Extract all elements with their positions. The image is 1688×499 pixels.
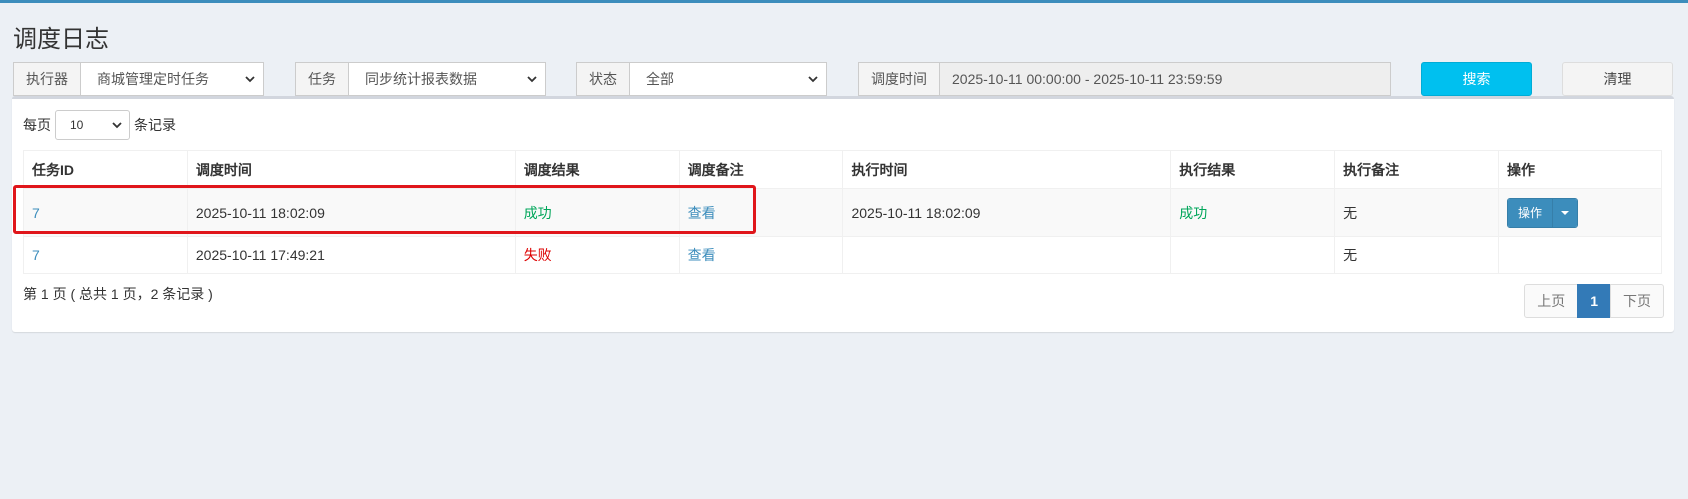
trigger-result-badge: 失败 xyxy=(523,247,552,263)
clear-button[interactable]: 清理 xyxy=(1562,62,1673,96)
handle-time-cell: 2025-10-11 18:02:09 xyxy=(842,188,1172,237)
chevron-down-icon xyxy=(245,76,255,83)
page-title: 调度日志 xyxy=(13,26,109,53)
column-header-handle-msg[interactable]: 执行备注 xyxy=(1334,150,1500,189)
page-size-prefix: 每页 xyxy=(23,117,51,133)
table-header-row: 任务ID 调度时间 调度结果 调度备注 执行时间 执行结果 执行备注 操作 xyxy=(23,150,1662,189)
trigger-time-cell: 2025-10-11 18:02:09 xyxy=(186,188,516,237)
status-select-value: 全部 xyxy=(646,71,674,87)
caret-down-icon xyxy=(1561,210,1570,215)
column-header-trigger-msg[interactable]: 调度备注 xyxy=(678,150,844,189)
executor-select-value: 商城管理定时任务 xyxy=(97,71,209,87)
task-select[interactable]: 同步统计报表数据 xyxy=(349,63,545,95)
task-id-link[interactable]: 7 xyxy=(32,205,40,221)
column-header-trigger-result[interactable]: 调度结果 xyxy=(514,150,680,189)
action-dropdown-toggle[interactable] xyxy=(1553,198,1578,227)
filter-bar: 执行器 商城管理定时任务 任务 同步统计报表数据 状态 全部 调度时间 2025… xyxy=(0,62,1688,96)
column-header-trigger-time[interactable]: 调度时间 xyxy=(186,150,516,189)
task-select-value: 同步统计报表数据 xyxy=(365,71,477,87)
column-header-task-id[interactable]: 任务ID xyxy=(23,150,188,189)
view-trigger-msg-link[interactable]: 查看 xyxy=(688,247,716,263)
task-filter-label: 任务 xyxy=(296,63,349,95)
prev-page-button[interactable]: 上页 xyxy=(1524,284,1579,318)
task-id-link[interactable]: 7 xyxy=(32,247,40,263)
task-filter: 任务 同步统计报表数据 xyxy=(295,62,546,96)
pagination: 上页 1 下页 xyxy=(1524,284,1664,318)
page-button-current[interactable]: 1 xyxy=(1577,284,1611,318)
handle-result-cell xyxy=(1170,236,1336,274)
handle-msg-cell: 无 xyxy=(1334,236,1500,274)
action-button-group: 操作 xyxy=(1507,197,1579,228)
pagination-summary: 第 1 页 ( 总共 1 页，2 条记录 ) xyxy=(23,286,213,302)
column-header-handle-time[interactable]: 执行时间 xyxy=(842,150,1172,189)
trigger-result-badge: 成功 xyxy=(523,204,552,221)
chevron-down-icon xyxy=(808,76,818,83)
handle-result-badge: 成功 xyxy=(1179,204,1208,221)
column-header-actions: 操作 xyxy=(1498,150,1662,189)
log-panel: 每页 10 条记录 任务ID 调度时间 调度结果 调度备注 执行时间 执行结果 … xyxy=(12,96,1674,332)
status-filter-label: 状态 xyxy=(577,63,630,95)
handle-time-cell xyxy=(842,236,1172,274)
search-button[interactable]: 搜索 xyxy=(1421,62,1532,96)
chevron-down-icon xyxy=(112,122,122,129)
chevron-down-icon xyxy=(527,76,537,83)
executor-filter-label: 执行器 xyxy=(14,63,81,95)
table-row: 7 2025-10-11 18:02:09 成功 查看 2025-10-11 1… xyxy=(23,188,1662,237)
executor-filter: 执行器 商城管理定时任务 xyxy=(13,62,264,96)
time-filter-label: 调度时间 xyxy=(859,63,940,95)
trigger-time-cell: 2025-10-11 17:49:21 xyxy=(186,236,516,274)
page-size-value: 10 xyxy=(70,118,84,132)
view-trigger-msg-link[interactable]: 查看 xyxy=(688,205,716,221)
time-filter: 调度时间 2025-10-11 00:00:00 - 2025-10-11 23… xyxy=(858,62,1391,96)
executor-select[interactable]: 商城管理定时任务 xyxy=(81,63,263,95)
next-page-button[interactable]: 下页 xyxy=(1610,284,1664,318)
handle-msg-cell: 无 xyxy=(1334,188,1500,237)
page-size-select[interactable]: 10 xyxy=(55,110,130,140)
page-size-control: 每页 10 条记录 xyxy=(23,110,176,140)
page-size-suffix: 条记录 xyxy=(134,117,176,133)
status-filter: 状态 全部 xyxy=(576,62,827,96)
status-select[interactable]: 全部 xyxy=(630,63,826,95)
action-button[interactable]: 操作 xyxy=(1508,198,1554,227)
table-row: 7 2025-10-11 17:49:21 失败 查看 无 xyxy=(23,236,1662,274)
time-range-input[interactable]: 2025-10-11 00:00:00 - 2025-10-11 23:59:5… xyxy=(940,63,1390,95)
log-table: 任务ID 调度时间 调度结果 调度备注 执行时间 执行结果 执行备注 操作 7 … xyxy=(23,150,1662,274)
column-header-handle-result[interactable]: 执行结果 xyxy=(1170,150,1336,189)
action-cell xyxy=(1498,236,1662,274)
